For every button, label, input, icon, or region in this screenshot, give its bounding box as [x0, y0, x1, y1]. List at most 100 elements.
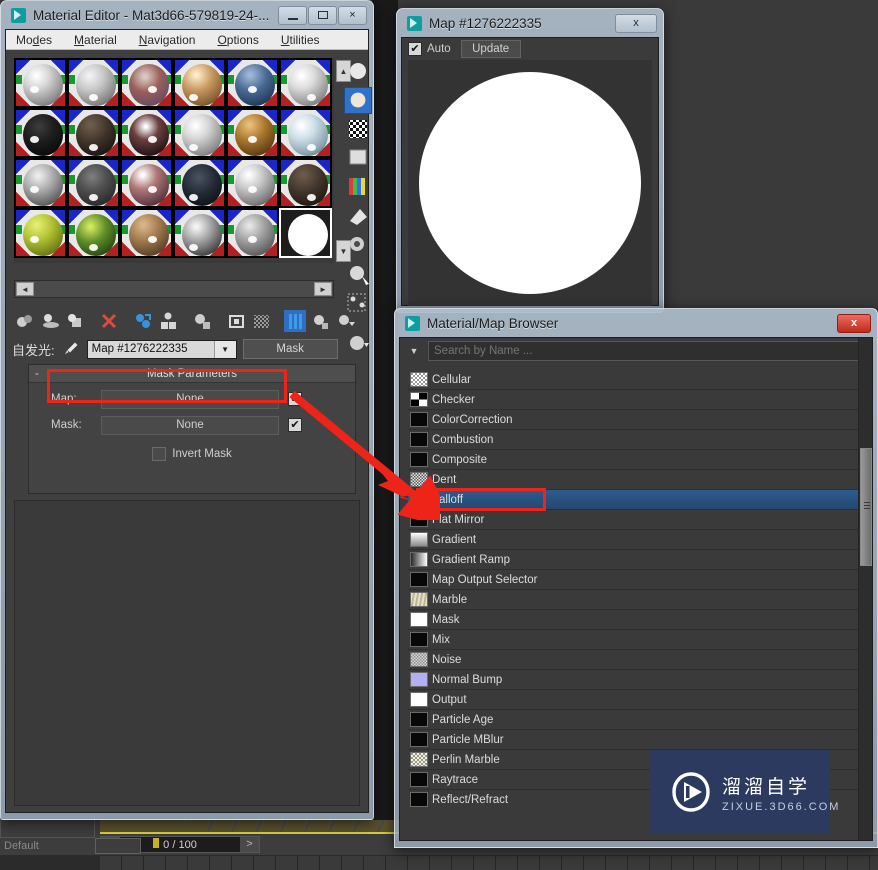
options-icon[interactable]	[344, 232, 372, 259]
background-checker-icon[interactable]	[344, 116, 372, 143]
close-button[interactable]: ×	[338, 5, 367, 25]
collapse-icon[interactable]: -	[35, 368, 39, 380]
browser-list-item[interactable]: Mask	[408, 610, 864, 630]
material-effects-channel-icon[interactable]	[225, 310, 247, 332]
auto-update-toggle[interactable]: ✔ Auto	[408, 42, 451, 56]
search-input[interactable]	[428, 341, 868, 361]
next-frame-button[interactable]: >	[240, 837, 259, 852]
eyedropper-icon[interactable]	[61, 339, 81, 359]
browser-list-item[interactable]: Combustion	[408, 430, 864, 450]
sample-slot[interactable]	[226, 158, 279, 208]
key-indicator[interactable]	[95, 838, 141, 854]
sample-slot[interactable]	[226, 58, 279, 108]
browser-list-item[interactable]: Dent	[408, 470, 864, 490]
browser-list-item[interactable]: Falloff	[408, 490, 864, 510]
sample-slot[interactable]	[14, 158, 67, 208]
put-material-to-scene-icon[interactable]	[39, 310, 61, 332]
sample-slot[interactable]	[279, 58, 332, 108]
get-material-icon[interactable]	[14, 310, 36, 332]
browser-list-item[interactable]: Particle MBlur	[408, 730, 864, 750]
map-preview-window[interactable]: Map #1276222335 x ✔ Auto Update	[396, 8, 664, 313]
browser-list-item[interactable]: Mix	[408, 630, 864, 650]
browser-list-item[interactable]: Particle Age	[408, 710, 864, 730]
sample-uv-tiling-icon[interactable]	[344, 145, 372, 172]
browser-list-item[interactable]: Noise	[408, 650, 864, 670]
close-button[interactable]: x	[615, 13, 657, 33]
invert-mask-checkbox[interactable]: ✔	[152, 447, 167, 461]
browser-titlebar[interactable]: Material/Map Browser x	[399, 309, 873, 337]
sample-slot[interactable]	[67, 158, 120, 208]
menu-item-options[interactable]: Options	[217, 33, 258, 47]
sample-slot[interactable]	[67, 58, 120, 108]
browser-list-item[interactable]: Map Output Selector	[408, 570, 864, 590]
menu-item-navigation[interactable]: Navigation	[139, 33, 196, 47]
sample-slot[interactable]	[120, 58, 173, 108]
browser-search-row[interactable]: ▼	[400, 338, 872, 364]
mask-slot-button[interactable]: None	[101, 415, 279, 435]
sample-slots-grid[interactable]	[14, 58, 334, 258]
map-name-field[interactable]: Map #1276222335 ▼	[86, 339, 237, 359]
map-enable-checkbox[interactable]: ✔	[288, 392, 302, 406]
sample-slot[interactable]	[173, 58, 226, 108]
browser-map-list[interactable]: Cellular Checker ColorCorrection Combustion…	[408, 370, 864, 808]
menu-item-utilities[interactable]: Utilities	[281, 33, 320, 47]
material-editor-titlebar[interactable]: Material Editor - Mat3d66-579819-24-... …	[5, 1, 369, 29]
sample-type-sphere-icon[interactable]	[344, 58, 372, 85]
time-slider-key[interactable]	[153, 838, 159, 848]
browser-list-item[interactable]: Marble	[408, 590, 864, 610]
sample-slot[interactable]	[14, 58, 67, 108]
map-window-titlebar[interactable]: Map #1276222335 x	[401, 9, 659, 37]
rollout-header[interactable]: - Mask Parameters	[29, 365, 355, 383]
material-editor-window-buttons[interactable]: ×	[278, 5, 367, 25]
show-end-result-icon[interactable]	[284, 310, 306, 332]
browser-list-item[interactable]: ColorCorrection	[408, 410, 864, 430]
slots-horizontal-scrollbar[interactable]: ◄ ►	[14, 280, 334, 298]
menu-item-material[interactable]: Material	[74, 33, 117, 47]
mask-param-row[interactable]: Mask: None ✔	[51, 415, 355, 435]
maximize-button[interactable]	[308, 5, 337, 25]
material-name-row[interactable]: 自发光: Map #1276222335 ▼ Mask	[12, 338, 362, 360]
make-material-copy-icon[interactable]	[132, 310, 154, 332]
sample-slot[interactable]	[67, 208, 120, 258]
map-window-toolbar[interactable]: ✔ Auto Update	[402, 38, 658, 60]
sample-slot[interactable]	[120, 158, 173, 208]
close-button[interactable]: x	[837, 313, 871, 333]
material-editor-window[interactable]: Material Editor - Mat3d66-579819-24-... …	[0, 0, 374, 820]
invert-mask-row[interactable]: ✔ Invert Mask	[29, 447, 355, 461]
make-preview-icon[interactable]	[344, 203, 372, 230]
browser-list-item[interactable]: Normal Bump	[408, 670, 864, 690]
sample-slot[interactable]	[226, 108, 279, 158]
make-unique-icon[interactable]	[157, 310, 179, 332]
mask-enable-checkbox[interactable]: ✔	[288, 418, 302, 432]
go-to-parent-icon[interactable]	[309, 310, 331, 332]
scrollbar-thumb[interactable]	[860, 448, 872, 566]
map-slot-button[interactable]: None	[101, 389, 279, 409]
sample-slot[interactable]	[173, 208, 226, 258]
show-map-in-viewport-icon[interactable]	[250, 310, 272, 332]
sample-slot[interactable]	[120, 108, 173, 158]
sample-slot[interactable]	[14, 208, 67, 258]
browser-list-item[interactable]: Composite	[408, 450, 864, 470]
browser-list-item[interactable]: Gradient	[408, 530, 864, 550]
video-color-check-icon[interactable]	[344, 174, 372, 201]
sample-slot[interactable]	[67, 108, 120, 158]
reset-map-icon[interactable]	[98, 310, 120, 332]
sample-slot[interactable]	[226, 208, 279, 258]
menu-item-modes[interactable]: Modes	[16, 33, 52, 47]
sample-slots-container[interactable]	[14, 58, 334, 263]
chevron-down-icon[interactable]: ▼	[404, 341, 424, 361]
browser-list-item[interactable]: Cellular	[408, 370, 864, 390]
assign-material-to-selection-icon[interactable]	[64, 310, 86, 332]
material-editor-horizontal-toolbar[interactable]	[14, 308, 356, 334]
sample-slot[interactable]	[173, 108, 226, 158]
sample-slot[interactable]	[14, 108, 67, 158]
update-button[interactable]: Update	[460, 40, 521, 58]
material-editor-menubar[interactable]: Modes Material Navigation Options Utilities	[6, 30, 368, 50]
sample-slot[interactable]	[279, 208, 332, 258]
go-forward-to-sibling-icon[interactable]	[334, 310, 356, 332]
material-type-button[interactable]: Mask	[242, 339, 338, 359]
select-by-material-icon[interactable]	[344, 261, 372, 288]
slots-scroll-left-button[interactable]: ◄	[16, 282, 34, 296]
browser-vertical-scrollbar[interactable]	[858, 338, 872, 840]
browser-list-item[interactable]: Checker	[408, 390, 864, 410]
